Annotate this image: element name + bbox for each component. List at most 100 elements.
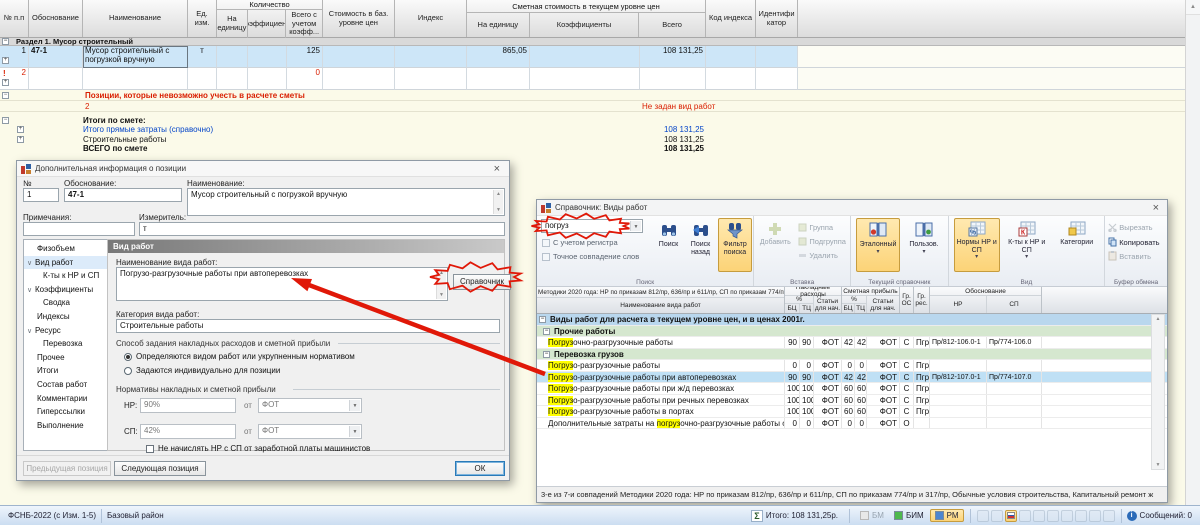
collapse-icon[interactable]: −: [543, 350, 550, 358]
close-icon[interactable]: ×: [1149, 202, 1163, 214]
reference-button[interactable]: Справочник: [453, 274, 511, 290]
scroll-arrows[interactable]: ▲ ▼: [436, 269, 446, 299]
row1-basis[interactable]: 47-1: [29, 46, 83, 68]
section-row[interactable]: − Раздел 1. Мусор строительный: [0, 38, 1185, 46]
nav-item-kommentarii[interactable]: Комментарии: [24, 392, 108, 406]
sigma-icon[interactable]: Σ: [750, 509, 763, 522]
work-types-group-row[interactable]: − Виды работ для расчета в текущем уровне…: [537, 314, 1167, 326]
nr-value-field[interactable]: 90%: [140, 398, 236, 413]
collapse-icon[interactable]: −: [2, 92, 9, 99]
dialog-titlebar[interactable]: Дополнительная информация о позиции ×: [17, 161, 509, 177]
bm-toggle[interactable]: БМ: [856, 510, 888, 521]
nav-item-resurs[interactable]: ∨ Ресурс: [24, 324, 108, 338]
row1-name-cell[interactable]: Мусор строительный с погрузкой вручную: [83, 46, 188, 68]
search-input[interactable]: погруз ▼: [541, 219, 643, 233]
reference-titlebar[interactable]: Справочник: Виды работ ×: [537, 200, 1167, 216]
category-field[interactable]: Строительные работы: [116, 319, 500, 333]
nr-source-select[interactable]: ФОТ ▼: [258, 398, 362, 413]
search-back-button[interactable]: Поиск назад: [685, 218, 716, 272]
coeffs-nr-sp-button[interactable]: К К-ты к НР и СП ▾: [1004, 218, 1050, 272]
grid-vertical-scrollbar[interactable]: ▲: [1185, 0, 1200, 505]
etalon-reference-button[interactable]: Эталонный ▾: [856, 218, 900, 272]
reference-vertical-scrollbar[interactable]: ▲ ▼: [1151, 314, 1165, 470]
radio-individual[interactable]: Задаются индивидуально для позиции: [124, 366, 280, 375]
unit-field[interactable]: т: [139, 222, 505, 236]
row2-qty-total[interactable]: 0: [287, 68, 323, 90]
group-button[interactable]: Группа: [798, 223, 833, 232]
impossible-positions-row[interactable]: − Позиции, которые невозможно учесть в р…: [0, 90, 1185, 101]
tool-icon[interactable]: [1032, 509, 1045, 522]
nav-item-koefficienty[interactable]: ∨ Коэффициенты: [24, 283, 108, 297]
scroll-up-icon[interactable]: ▲: [1186, 0, 1200, 15]
cargo-transport-group-row[interactable]: − Перевозка грузов: [537, 348, 1167, 360]
radio-by-work-type[interactable]: Определяются видом работ или укрупненным…: [124, 352, 355, 361]
work-type-row[interactable]: Погрузо-разгрузочные работы при речных п…: [537, 394, 1167, 406]
collapse-icon[interactable]: −: [2, 117, 9, 124]
nav-item-fizobem[interactable]: Физобъем: [24, 242, 108, 256]
ok-button[interactable]: ОК: [455, 461, 505, 476]
col-qty-coeff[interactable]: Коэффициен...: [248, 10, 287, 38]
exact-match-checkbox[interactable]: Точное совпадение слов: [542, 252, 639, 261]
basis-field[interactable]: 47-1: [64, 188, 182, 202]
next-position-button[interactable]: Следующая позиция: [114, 461, 206, 476]
norms-nr-sp-button[interactable]: % Нормы НР и СП ▾: [953, 218, 1000, 272]
collapse-icon[interactable]: −: [543, 327, 550, 335]
expand-icon[interactable]: +: [17, 135, 24, 143]
sp-value-field[interactable]: 42%: [140, 424, 236, 439]
copy-button[interactable]: Копировать: [1108, 237, 1160, 247]
work-type-row-selected[interactable]: Погрузо-разгрузочные работы при автопере…: [537, 371, 1167, 383]
num-field[interactable]: 1: [23, 188, 59, 202]
nav-item-kty-nr-sp[interactable]: К-ты к НР и СП: [24, 269, 108, 283]
search-button[interactable]: Поиск: [653, 218, 684, 272]
col-index[interactable]: Индекс: [395, 0, 467, 37]
row1-cur-total[interactable]: 108 131,25: [640, 46, 706, 68]
col-basis[interactable]: Обоснование: [29, 0, 83, 37]
totals-row-construction[interactable]: + Строительные работы 108 131,25: [0, 134, 1185, 144]
col-current-cost-group[interactable]: Сметная стоимость в текущем уровне цен Н…: [467, 0, 706, 37]
nav-item-itogi[interactable]: Итоги: [24, 364, 108, 378]
language-flag-icon[interactable]: [1004, 509, 1017, 522]
name-field[interactable]: Мусор строительный с погрузкой вручную ▲…: [187, 188, 505, 216]
rm-toggle[interactable]: РМ: [929, 509, 964, 522]
scroll-arrows[interactable]: ▲ ▼: [493, 190, 503, 214]
impossible-count-row[interactable]: 2 Не задан вид работ: [0, 101, 1185, 112]
no-nr-sp-checkbox[interactable]: Не начислять НР с СП от заработной платы…: [146, 444, 370, 453]
bim-toggle[interactable]: БИМ: [890, 510, 928, 521]
subgroup-button[interactable]: Подгруппа: [798, 237, 846, 246]
col-name[interactable]: Наименование: [83, 0, 188, 37]
other-works-group-row[interactable]: − Прочие работы: [537, 325, 1167, 337]
col-cur-total[interactable]: Всего: [639, 13, 705, 37]
col-index-code[interactable]: Код индекса: [706, 0, 756, 37]
col-base-cost[interactable]: Стоимость в баз. уровне цен: [323, 0, 395, 37]
sp-source-select[interactable]: ФОТ ▼: [258, 424, 362, 439]
col-identifier[interactable]: Идентификатор: [756, 0, 798, 37]
expand-icon[interactable]: +: [2, 79, 9, 86]
work-type-row[interactable]: Погрузо-разгрузочные работы 0 0 ФОТ 0 0 ФОТ …: [537, 360, 1167, 372]
work-name-field[interactable]: Погрузо-разгрузочные работы при автопере…: [116, 267, 448, 301]
tool-icon[interactable]: [1102, 509, 1115, 522]
row1-unit[interactable]: т: [188, 46, 217, 68]
work-type-row[interactable]: Погрузо-разгрузочные работы в портах 100…: [537, 406, 1167, 418]
col-qty-unit[interactable]: На единицу: [217, 10, 248, 38]
nav-item-indeksy[interactable]: Индексы: [24, 310, 108, 324]
categories-button[interactable]: Категории: [1054, 218, 1100, 272]
prev-position-button[interactable]: Предыдущая позиция: [23, 461, 111, 476]
nav-item-giperssylki[interactable]: Гиперссылки: [24, 405, 108, 419]
collapse-icon[interactable]: −: [539, 316, 546, 324]
case-sensitive-checkbox[interactable]: С учетом регистра: [542, 238, 618, 247]
row1-qty-total[interactable]: 125: [287, 46, 323, 68]
col-quantity-group[interactable]: Количество На единицу Коэффициен... Всег…: [217, 0, 323, 38]
tool-icon[interactable]: [1046, 509, 1059, 522]
nav-item-vid-rabot[interactable]: ∨ Вид работ: [24, 255, 108, 270]
nav-item-vypolnenie[interactable]: Выполнение: [24, 419, 108, 433]
col-qty-total[interactable]: Всего с учетом коэфф...: [286, 10, 322, 38]
estimate-row-2[interactable]: ! 2 + 0: [0, 68, 1185, 90]
tool-icon[interactable]: [1060, 509, 1073, 522]
tool-icon[interactable]: [976, 509, 989, 522]
totals-header-row[interactable]: − Итоги по смете:: [0, 116, 1185, 125]
nav-item-prochee[interactable]: Прочее: [24, 351, 108, 365]
nav-item-sostav-rabot[interactable]: Состав работ: [24, 378, 108, 392]
tool-icon[interactable]: [1018, 509, 1031, 522]
delete-button[interactable]: Удалить: [798, 251, 838, 260]
col-unit[interactable]: Ед. изм.: [188, 0, 217, 37]
